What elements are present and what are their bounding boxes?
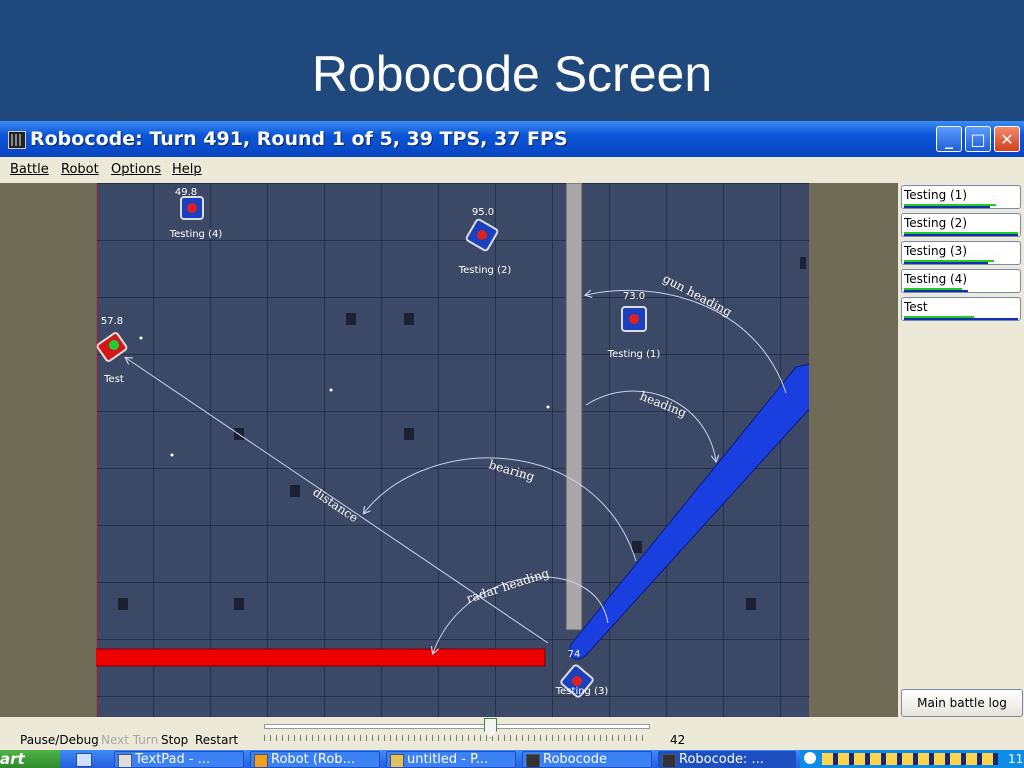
taskbar-item-textpad[interactable]: TextPad - ... bbox=[114, 751, 244, 768]
bullets bbox=[139, 336, 550, 457]
window-title: Robocode: Turn 491, Round 1 of 5, 39 TPS… bbox=[30, 128, 568, 150]
tray-clock: 11 bbox=[1008, 752, 1024, 766]
robot-name: Testing (2) bbox=[458, 265, 512, 276]
status-label: Testing (2) bbox=[904, 216, 967, 230]
minimize-button[interactable]: _ bbox=[936, 126, 962, 152]
battlefield[interactable]: gun heading heading bearing distance rad… bbox=[96, 183, 809, 717]
pause-debug-button[interactable]: Pause/Debug bbox=[20, 733, 99, 747]
next-turn-button[interactable]: Next Turn bbox=[101, 733, 158, 747]
status-label: Test bbox=[904, 300, 928, 314]
robot-test[interactable]: 57.8 Test bbox=[96, 316, 128, 385]
tps-slider[interactable] bbox=[264, 718, 650, 745]
taskbar-item-robocode[interactable]: Robocode bbox=[522, 751, 652, 768]
status-testing-3[interactable]: Testing (3) bbox=[901, 241, 1021, 265]
robot-name: Testing (4) bbox=[169, 229, 223, 240]
gun-heat-bar bbox=[904, 290, 968, 292]
slider-ticks bbox=[264, 735, 648, 741]
status-testing-2[interactable]: Testing (2) bbox=[901, 213, 1021, 237]
red-bar bbox=[96, 648, 546, 667]
status-label: Testing (3) bbox=[904, 244, 967, 258]
restart-button[interactable]: Restart bbox=[195, 733, 238, 747]
menu-battle[interactable]: Battle bbox=[10, 157, 49, 183]
status-test[interactable]: Test bbox=[901, 297, 1021, 321]
robot-name: Testing (3) bbox=[555, 686, 609, 697]
title-bar[interactable]: Robocode: Turn 491, Round 1 of 5, 39 TPS… bbox=[0, 121, 1024, 157]
gun-heat-bar bbox=[904, 262, 988, 264]
menu-bar: Battle Robot Options Help bbox=[0, 157, 1024, 183]
status-testing-4[interactable]: Testing (4) bbox=[901, 269, 1021, 293]
radar-heading-label: radar heading bbox=[465, 566, 552, 606]
tps-value: 42 bbox=[670, 733, 686, 747]
battle-controls: Pause/Debug Next Turn Stop Restart 42 bbox=[0, 717, 1024, 750]
gun-heat-bar bbox=[904, 318, 1018, 320]
taskbar: art TextPad - ... Robot (Rob... untitled… bbox=[0, 750, 1024, 768]
robocode-window: Robocode: Turn 491, Round 1 of 5, 39 TPS… bbox=[0, 121, 1024, 750]
gun-heading-arc bbox=[586, 290, 787, 394]
taskbar-label: Robot (Rob... bbox=[271, 752, 355, 767]
taskbar-label: untitled - P... bbox=[407, 752, 489, 767]
robot-testing-2[interactable]: 95.0 Testing (2) bbox=[458, 207, 512, 276]
robot-energy: 74 bbox=[568, 649, 581, 660]
robocode-app-icon bbox=[8, 131, 26, 149]
heading-label: heading bbox=[638, 389, 689, 420]
status-testing-1[interactable]: Testing (1) bbox=[901, 185, 1021, 209]
quicklaunch-icon[interactable] bbox=[76, 753, 92, 767]
close-button[interactable]: ✕ bbox=[994, 126, 1020, 152]
slider-track bbox=[264, 724, 650, 729]
robot-energy: 95.0 bbox=[472, 207, 494, 218]
taskbar-label: Robocode: ... bbox=[679, 752, 764, 767]
tray-icons[interactable] bbox=[822, 753, 998, 765]
taskbar-item-robocode-active[interactable]: Robocode: ... bbox=[658, 751, 796, 768]
floor-tiles bbox=[118, 257, 806, 610]
menu-robot[interactable]: Robot bbox=[61, 157, 99, 183]
start-label: art bbox=[0, 750, 25, 768]
bearing-label: bearing bbox=[487, 457, 536, 483]
maximize-button[interactable]: □ bbox=[965, 126, 991, 152]
start-button[interactable]: art bbox=[0, 750, 60, 768]
stop-button[interactable]: Stop bbox=[161, 733, 188, 747]
taskbar-label: TextPad - ... bbox=[135, 752, 211, 767]
system-tray: 11 bbox=[800, 750, 1024, 768]
taskbar-item-robot[interactable]: Robot (Rob... bbox=[250, 751, 380, 768]
slide-title: Robocode Screen bbox=[311, 46, 713, 102]
gun-heat-bar bbox=[904, 234, 1018, 236]
robot-name: Testing (1) bbox=[607, 349, 661, 360]
robot-testing-4[interactable]: 49.8 Testing (4) bbox=[169, 187, 223, 240]
status-label: Testing (1) bbox=[904, 188, 967, 202]
distance-label: distance bbox=[310, 485, 360, 525]
tray-arrow-icon[interactable] bbox=[804, 752, 816, 764]
menu-help[interactable]: Help bbox=[172, 157, 202, 183]
gun-heat-bar bbox=[904, 206, 990, 208]
main-battle-log-button[interactable]: Main battle log bbox=[901, 689, 1023, 717]
battlefield-canvas: gun heading heading bearing distance rad… bbox=[96, 183, 809, 698]
taskbar-label: Robocode bbox=[543, 752, 607, 767]
status-label: Testing (4) bbox=[904, 272, 967, 286]
robot-testing-1[interactable]: 73.0 Testing (1) bbox=[607, 291, 661, 360]
wall-bar bbox=[565, 183, 583, 631]
menu-options[interactable]: Options bbox=[111, 157, 161, 183]
robot-energy: 57.8 bbox=[101, 316, 123, 327]
robot-energy: 73.0 bbox=[623, 291, 645, 302]
robot-status-panel: Testing (1) Testing (2) Testing (3) Test… bbox=[898, 183, 1024, 717]
robot-name: Test bbox=[103, 374, 124, 385]
taskbar-item-paint[interactable]: untitled - P... bbox=[386, 751, 516, 768]
